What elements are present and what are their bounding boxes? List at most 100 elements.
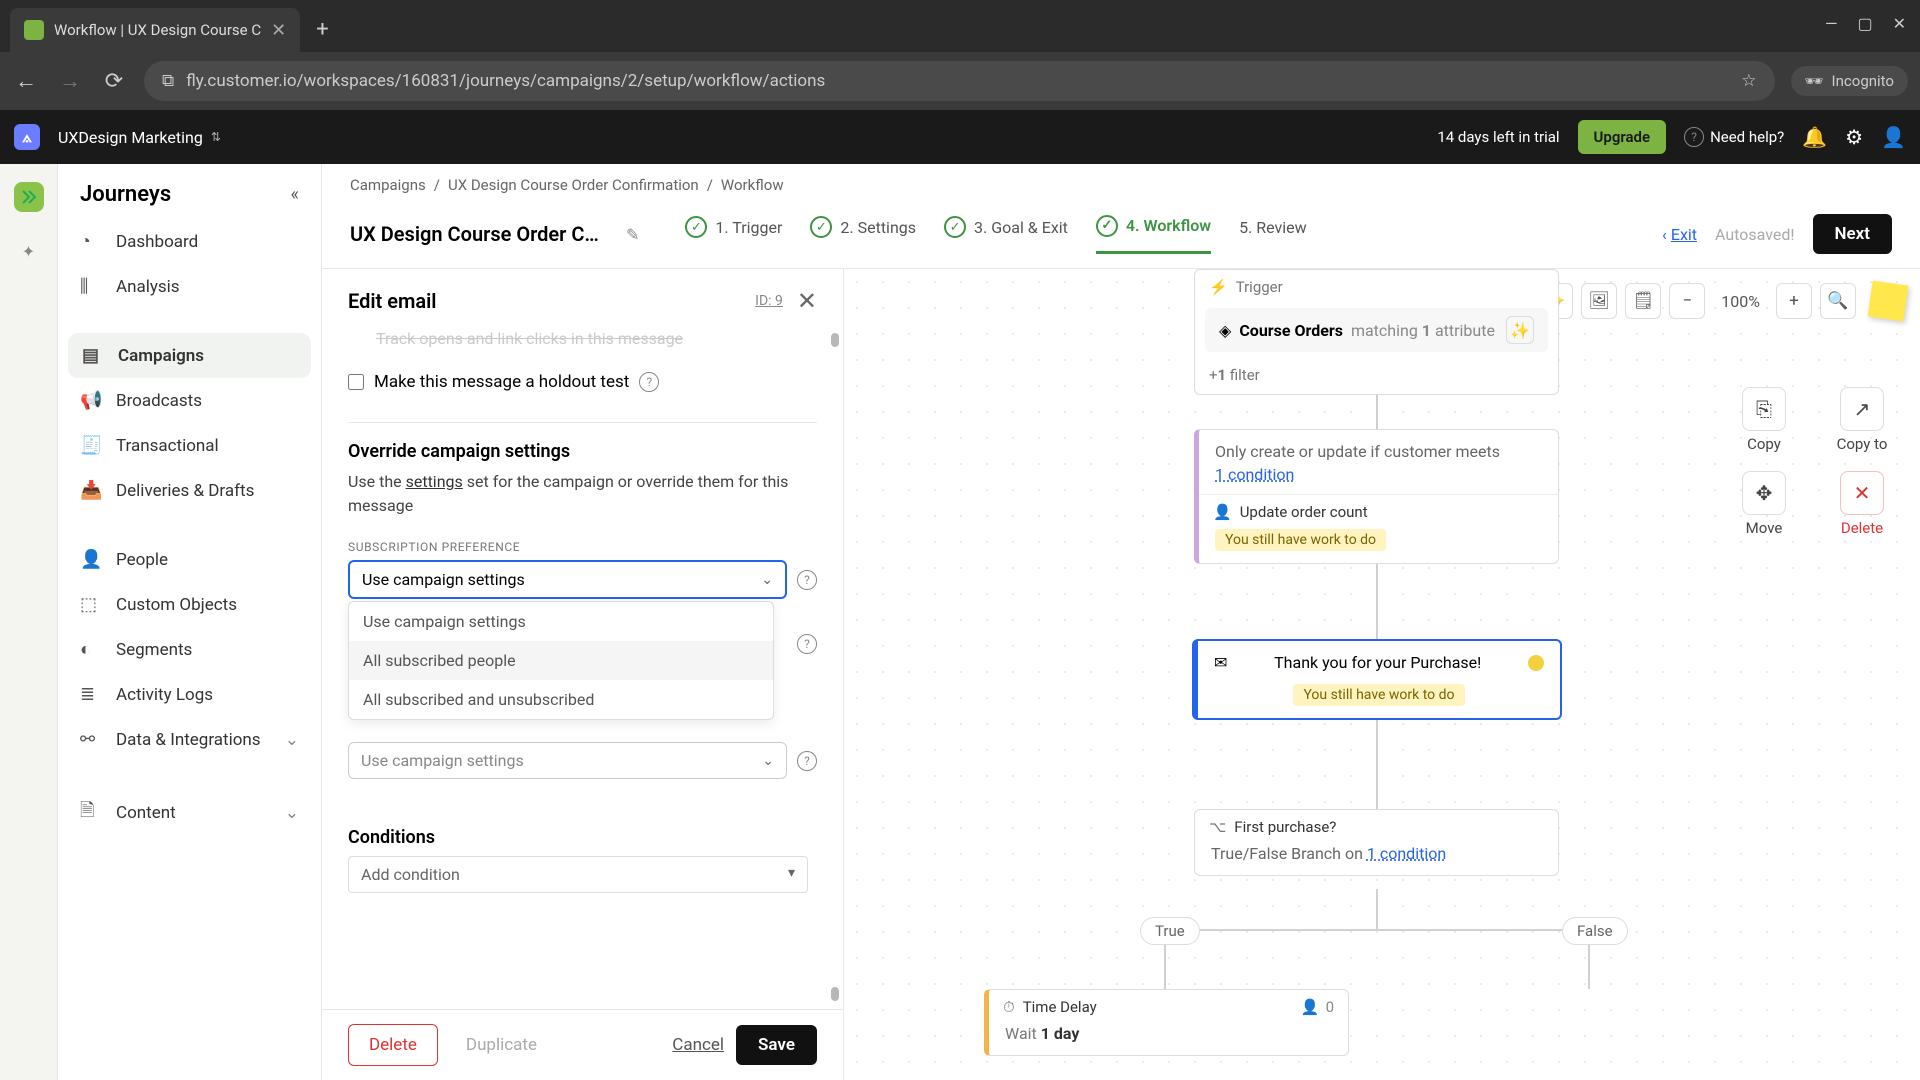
holdout-checkbox[interactable] [348, 374, 364, 390]
sidebar-item-activity-logs[interactable]: ≣Activity Logs [58, 672, 321, 717]
rail-journeys-icon[interactable] [14, 182, 44, 212]
zoom-out-button[interactable]: − [1669, 283, 1705, 319]
step-trigger[interactable]: ✓1. Trigger [685, 215, 782, 254]
node-branch[interactable]: ⌥First purchase? True/False Branch on 1 … [1194, 809, 1559, 876]
branch-condition-link[interactable]: 1 condition [1367, 844, 1446, 863]
sidebar-item-dashboard[interactable]: ◔Dashboard [58, 219, 321, 264]
notifications-icon[interactable]: 🔔 [1802, 125, 1827, 149]
exit-link[interactable]: ‹Exit [1662, 225, 1697, 244]
url-bar[interactable]: ⧉ fly.customer.io/workspaces/160831/jour… [144, 61, 1775, 101]
node-time-delay[interactable]: ⏱Time Delay 👤0 Wait 1 day [984, 989, 1349, 1056]
help-icon[interactable]: ? [639, 372, 659, 392]
help-icon[interactable]: ? [797, 634, 817, 654]
add-condition-select[interactable]: Add condition ▾ [348, 856, 808, 893]
sticky-note-icon[interactable] [1868, 281, 1909, 322]
close-tab-icon[interactable]: ✕ [271, 20, 286, 41]
forward-button[interactable]: → [56, 68, 84, 94]
holdout-checkbox-row[interactable]: Make this message a holdout test ? [348, 358, 817, 406]
dropdown-option[interactable]: All subscribed people [349, 641, 773, 680]
chevron-down-icon: ⌄ [761, 572, 773, 588]
step-workflow[interactable]: ✓4. Workflow [1096, 215, 1211, 254]
sidebar-item-transactional[interactable]: 🧾Transactional [58, 423, 321, 468]
close-panel-icon[interactable]: ✕ [797, 287, 817, 315]
pie-icon: ◐ [80, 639, 102, 660]
sidebar-item-content[interactable]: 🗎Content⌄ [58, 786, 321, 840]
scrollbar-thumb[interactable] [831, 333, 839, 347]
sidebar-item-campaigns[interactable]: ▤Campaigns [68, 333, 311, 378]
edit-scroll-area[interactable]: Track opens and link clicks in this mess… [322, 325, 843, 1009]
help-icon[interactable]: ? [797, 570, 817, 590]
id-link[interactable]: ID: 9 [755, 293, 783, 309]
subscription-pref-select[interactable]: Use campaign settings ⌄ [348, 560, 787, 599]
address-bar: ← → ⟳ ⧉ fly.customer.io/workspaces/16083… [0, 52, 1920, 110]
breadcrumb-campaign-name[interactable]: UX Design Course Order Confirmation [448, 176, 699, 194]
new-tab-button[interactable]: + [306, 17, 338, 42]
condition-link[interactable]: 1 condition [1215, 465, 1294, 484]
reload-button[interactable]: ⟳ [100, 69, 128, 94]
maximize-icon[interactable]: ▢ [1857, 14, 1872, 33]
help-link[interactable]: ? Need help? [1684, 127, 1784, 147]
image-icon[interactable]: 🖼 [1581, 283, 1617, 319]
zoom-in-button[interactable]: + [1776, 283, 1812, 319]
sidebar-item-analysis[interactable]: ⫼Analysis [58, 264, 321, 309]
cancel-link[interactable]: Cancel [672, 1035, 724, 1055]
branch-true-label: True [1140, 917, 1200, 945]
note-icon[interactable]: 🗒 [1625, 283, 1661, 319]
delete-button[interactable]: Delete [348, 1024, 438, 1066]
sidebar-item-segments[interactable]: ◐Segments [58, 627, 321, 672]
panel-title: Journeys [80, 182, 171, 207]
sidebar-item-custom-objects[interactable]: ⬚Custom Objects [58, 582, 321, 627]
bookmark-icon[interactable]: ☆ [1741, 71, 1756, 91]
back-button[interactable]: ← [12, 68, 40, 94]
settings-gear-icon[interactable]: ⚙ [1845, 125, 1863, 149]
sidebar-item-deliveries[interactable]: 📥Deliveries & Drafts [58, 468, 321, 513]
step-goal-exit[interactable]: ✓3. Goal & Exit [944, 215, 1068, 254]
node-update[interactable]: Only create or update if customer meets … [1194, 429, 1559, 564]
step-review[interactable]: 5. Review [1239, 215, 1307, 254]
save-button[interactable]: Save [736, 1025, 817, 1065]
account-icon[interactable]: 👤 [1881, 125, 1906, 149]
browser-tab[interactable]: Workflow | UX Design Course C ✕ [10, 8, 300, 52]
dropdown-option[interactable]: All subscribed and unsubscribed [349, 680, 773, 719]
move-action[interactable]: ✥Move [1724, 471, 1804, 537]
chevron-down-icon: ⌄ [762, 753, 774, 769]
breadcrumb: Campaigns/ UX Design Course Order Confir… [322, 164, 1920, 206]
app-logo-icon[interactable]: ⟑ [14, 124, 40, 150]
trigger-object-pill[interactable]: ◈ Course Orders matching 1 attribute ✨ [1205, 308, 1548, 352]
next-button[interactable]: Next [1813, 214, 1893, 254]
zoom-label: 100% [1713, 292, 1768, 311]
dropdown-option[interactable]: Use campaign settings [349, 602, 773, 641]
scrollbar-thumb[interactable] [831, 987, 839, 1001]
node-email[interactable]: ✉ Thank you for your Purchase! You still… [1192, 639, 1562, 720]
delete-action[interactable]: ✕Delete [1822, 471, 1902, 537]
search-icon[interactable]: 🔍 [1820, 283, 1856, 319]
help-icon[interactable]: ? [797, 751, 817, 771]
upgrade-button[interactable]: Upgrade [1578, 120, 1667, 154]
sidebar-item-data-integrations[interactable]: ⚯Data & Integrations⌄ [58, 717, 321, 762]
wizard-steps: ✓1. Trigger ✓2. Settings ✓3. Goal & Exit… [685, 215, 1306, 254]
breadcrumb-campaigns[interactable]: Campaigns [350, 176, 426, 194]
site-settings-icon[interactable]: ⧉ [162, 71, 174, 91]
sparkle-icon[interactable]: ✨ [1506, 316, 1534, 344]
rail-other-icon[interactable]: ✦ [14, 236, 44, 266]
sidebar-item-people[interactable]: 👤People [58, 537, 321, 582]
edit-title-icon[interactable]: ✎ [626, 225, 639, 244]
copy-to-action[interactable]: ↗Copy to [1822, 387, 1902, 453]
tab-title: Workflow | UX Design Course C [54, 21, 261, 39]
duplicate-button[interactable]: Duplicate [450, 1025, 553, 1065]
second-select[interactable]: Use campaign settings ⌄ [348, 742, 787, 779]
copy-action[interactable]: ⎘Copy [1724, 387, 1804, 453]
workflow-canvas[interactable]: ✨ 🖼 🗒 − 100% + 🔍 [844, 269, 1920, 1080]
collapse-sidebar-icon[interactable]: « [291, 184, 299, 205]
sidebar-item-broadcasts[interactable]: 📢Broadcasts [58, 378, 321, 423]
node-trigger[interactable]: ⚡Trigger ◈ Course Orders matching 1 attr… [1194, 269, 1559, 395]
close-window-icon[interactable]: ✕ [1893, 14, 1906, 33]
step-settings[interactable]: ✓2. Settings [810, 215, 916, 254]
minimize-icon[interactable]: — [1825, 14, 1838, 33]
app-topbar: ⟑ UXDesign Marketing ⇅ 14 days left in t… [0, 110, 1920, 164]
branch-false-label: False [1562, 917, 1628, 945]
incognito-badge[interactable]: 🕶 Incognito [1791, 66, 1909, 96]
workspace-switcher[interactable]: UXDesign Marketing ⇅ [58, 128, 221, 147]
settings-link[interactable]: settings [406, 472, 463, 491]
check-icon: ✓ [810, 216, 832, 238]
